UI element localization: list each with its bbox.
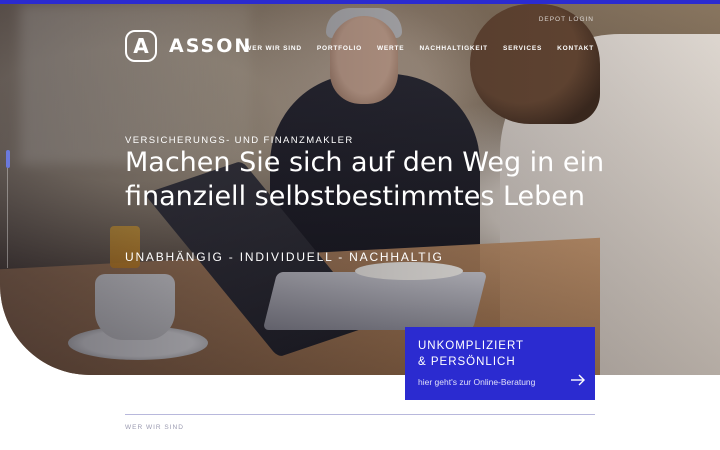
nav-item-kontakt[interactable]: KONTAKT — [557, 45, 594, 52]
nav-item-services[interactable]: SERVICES — [503, 45, 542, 52]
section-label-wer-wir-sind: WER WIR SIND — [125, 424, 184, 431]
cta-title-line-1: UNKOMPLIZIERT — [418, 340, 525, 352]
main-nav: WER WIR SIND PORTFOLIO WERTE NACHHALTIGK… — [245, 45, 594, 52]
cta-title-line-2: & PERSÖNLICH — [418, 356, 516, 368]
section-divider — [125, 414, 595, 415]
hero-headline-line-2: finanziell selbstbestimmtes Leben — [125, 181, 586, 212]
nav-item-nachhaltigkeit[interactable]: NACHHALTIGKEIT — [419, 45, 488, 52]
cta-link-text[interactable]: hier geht's zur Online-Beratung — [418, 377, 535, 387]
nav-item-wer-wir-sind[interactable]: WER WIR SIND — [245, 45, 302, 52]
hero-headline: Machen Sie sich auf den Weg in ein finan… — [125, 146, 645, 214]
depot-login-link[interactable]: DEPOT LOGIN — [539, 16, 594, 23]
brand-name: ASSON — [169, 35, 253, 57]
hero-tagline: UNABHÄNGIG - INDIVIDUELL - NACHHALTIG — [125, 250, 444, 264]
online-consultation-cta[interactable]: UNKOMPLIZIERT & PERSÖNLICH hier geht's z… — [405, 327, 595, 400]
nav-item-werte[interactable]: WERTE — [377, 45, 404, 52]
hero-headline-line-1: Machen Sie sich auf den Weg in ein — [125, 147, 605, 178]
nav-item-portfolio[interactable]: PORTFOLIO — [317, 45, 362, 52]
brand-logo[interactable]: A ASSON — [125, 30, 252, 62]
scroll-indicator[interactable] — [5, 150, 10, 270]
logo-a-icon: A — [125, 30, 157, 62]
scroll-indicator-track — [7, 168, 8, 268]
hero-eyebrow: VERSICHERUNGS- UND FINANZMAKLER — [125, 135, 354, 146]
arrow-right-icon[interactable] — [571, 374, 585, 386]
scroll-indicator-mark — [5, 150, 10, 168]
